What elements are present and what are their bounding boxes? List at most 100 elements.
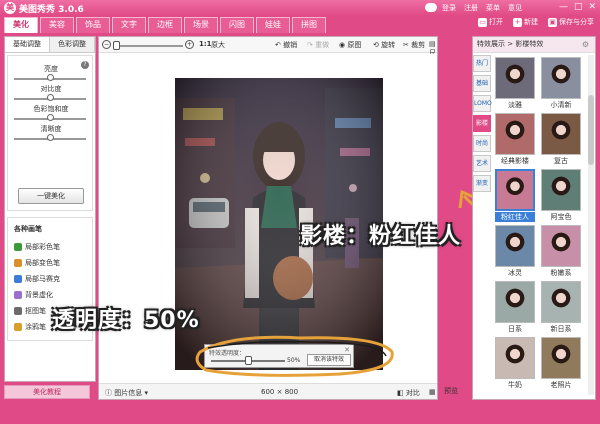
tab-frame[interactable]: 边框 [148, 17, 182, 33]
preview-button[interactable]: ▦ [429, 388, 436, 396]
effect-thumb[interactable]: 牛奶 [495, 337, 535, 391]
zoom-slider[interactable] [113, 45, 183, 47]
effect-thumb[interactable]: 小清新 [541, 57, 581, 111]
window-controls: — □ ✕ [559, 2, 596, 12]
compare-button[interactable]: ◧ 对比 [397, 388, 420, 398]
tab-basic-adjust[interactable]: 基础调整 [5, 37, 50, 52]
brush-label: 背景虚化 [25, 291, 53, 299]
contrast-knob[interactable] [46, 94, 54, 101]
preview-label[interactable]: 预览 [444, 386, 458, 396]
brush-local-color[interactable]: 局部彩色笔 [14, 242, 60, 252]
saturation-knob[interactable] [46, 114, 54, 121]
redo-label: 重做 [315, 41, 330, 49]
redo-button[interactable]: ↷ 重做 [307, 40, 329, 50]
category-gradient[interactable]: 渐变 [473, 175, 491, 192]
gear-icon[interactable]: ⚙ [582, 40, 589, 49]
zoom-out-icon[interactable]: − [102, 40, 111, 49]
sharpness-knob[interactable] [46, 134, 54, 141]
effect-annotation: 影楼：粉红佳人 [300, 224, 462, 249]
original-size-button[interactable]: 原大 [211, 40, 225, 50]
feedback-link[interactable]: 意见 [508, 3, 522, 13]
scissors-icon: ✂ [403, 41, 409, 49]
brush-background-blur[interactable]: 背景虚化 [14, 290, 53, 300]
effect-thumb-selected[interactable]: 粉红佳人 [495, 169, 535, 223]
effect-thumb[interactable]: 复古 [541, 113, 581, 167]
zoom-ratio[interactable]: 1:1 [199, 40, 212, 48]
thumb-label: 粉红佳人 [495, 212, 535, 222]
register-link[interactable]: 注册 [464, 3, 478, 13]
open-button[interactable]: ▭ 打开 [478, 17, 503, 27]
beautify-tutorial-button[interactable]: 美化教程 [4, 385, 90, 399]
tab-accessories[interactable]: 饰品 [76, 17, 110, 33]
category-art[interactable]: 艺术 [473, 155, 491, 172]
brush-label: 局部彩色笔 [25, 243, 60, 251]
effect-thumb[interactable]: 冰灵 [495, 225, 535, 279]
effect-categories: 热门 基础 LOMO 影楼 时尚 艺术 渐变 [473, 55, 492, 195]
file-actions: ▭ 打开 + 新建 ▣ 保存与分享 [478, 17, 594, 27]
tab-beautify[interactable]: 美化 [4, 17, 38, 33]
thumb-image [541, 113, 581, 155]
effect-thumb[interactable]: 老照片 [541, 337, 581, 391]
original-image-button[interactable]: ◉ 原图 [339, 40, 361, 50]
minimize-button[interactable]: — [559, 2, 568, 12]
new-label: 新建 [524, 18, 538, 26]
tab-text[interactable]: 文字 [112, 17, 146, 33]
zoom-knob[interactable] [113, 41, 120, 50]
undo-icon: ↶ [275, 41, 281, 49]
scrollbar-thumb[interactable] [588, 95, 594, 165]
brush-cutout[interactable]: 抠图笔 [14, 306, 46, 316]
save-share-button[interactable]: ▣ 保存与分享 [548, 17, 594, 27]
category-basic[interactable]: 基础 [473, 75, 491, 92]
rotate-label: 旋转 [381, 41, 396, 49]
rotate-button[interactable]: ⟲ 旋转 [373, 40, 395, 50]
thumb-image [495, 57, 535, 99]
new-button[interactable]: + 新建 [513, 17, 538, 27]
brush-icon [14, 323, 22, 331]
saturation-label: 色彩饱和度 [33, 105, 69, 113]
category-lomo[interactable]: LOMO [473, 95, 492, 112]
effect-thumb[interactable]: 阿宝色 [541, 169, 581, 223]
brush-doodle[interactable]: 涂鸦笔 [14, 322, 46, 332]
tab-doll[interactable]: 娃娃 [256, 17, 290, 33]
effect-thumb[interactable]: 粉嫩系 [541, 225, 581, 279]
effect-thumb[interactable]: 新日系 [541, 281, 581, 335]
close-button[interactable]: ✕ [588, 2, 596, 12]
thumb-label: 老照片 [550, 381, 572, 389]
thumb-label: 小清新 [550, 101, 572, 109]
thumb-label: 经典影楼 [501, 157, 529, 165]
maximize-button[interactable]: □ [574, 2, 583, 12]
effect-thumb[interactable]: 经典影楼 [495, 113, 535, 167]
undo-button[interactable]: ↶ 撤销 [275, 40, 297, 50]
brightness-knob[interactable] [46, 74, 54, 81]
image-height: 800 [284, 388, 299, 396]
tab-color-adjust[interactable]: 色彩调整 [50, 37, 95, 52]
thumb-image [541, 57, 581, 99]
category-hot[interactable]: 热门 [473, 55, 491, 72]
category-studio[interactable]: 影楼 [473, 115, 491, 132]
tab-collage[interactable]: 拼图 [292, 17, 326, 33]
brush-local-recolor[interactable]: 局部变色笔 [14, 258, 60, 268]
thumb-label: 新日系 [550, 325, 572, 333]
brush-title: 各种画笔 [14, 225, 42, 233]
image-info-button[interactable]: ⓘ 图片信息 ▾ [105, 388, 148, 398]
login-link[interactable]: 登录 [442, 3, 456, 13]
thumb-image [495, 281, 535, 323]
save-label: 保存与分享 [559, 18, 594, 26]
title-bar: 美 美图秀秀 3.0.6 登录 注册 菜单 意见 — □ ✕ [0, 0, 600, 16]
tab-face[interactable]: 美容 [40, 17, 74, 33]
one-key-beautify-button[interactable]: 一键美化 [18, 188, 84, 204]
category-fashion[interactable]: 时尚 [473, 135, 491, 152]
tab-scene[interactable]: 场景 [184, 17, 218, 33]
tab-flash[interactable]: 闪图 [220, 17, 254, 33]
sharpness-label: 清晰度 [40, 125, 62, 133]
brush-mosaic[interactable]: 局部马赛克 [14, 274, 60, 284]
crop-button[interactable]: ✂ 裁剪 [403, 40, 425, 50]
zoom-in-icon[interactable]: + [185, 40, 194, 49]
effect-thumb[interactable]: 日系 [495, 281, 535, 335]
skin-toggle-icon[interactable] [425, 3, 437, 12]
menu-link[interactable]: 菜单 [486, 3, 500, 13]
times-sign: × [276, 388, 283, 396]
effects-scrollbar[interactable] [588, 55, 594, 395]
effect-thumb[interactable]: 淡雅 [495, 57, 535, 111]
folder-icon: ▭ [478, 17, 487, 27]
